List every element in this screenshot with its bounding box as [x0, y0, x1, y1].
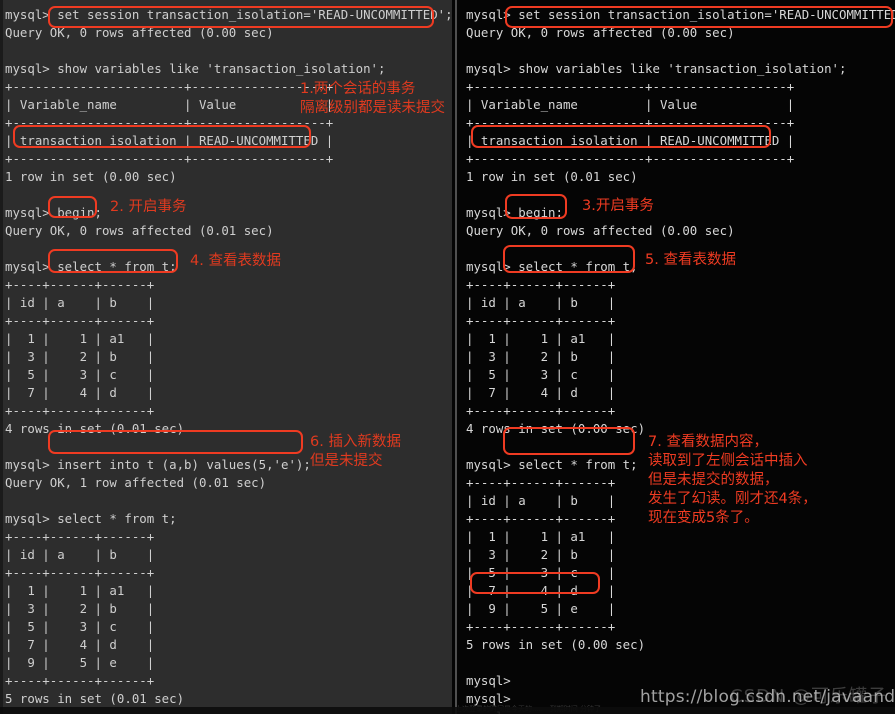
terminal-line: Query OK, 1 row affected (0.01 sec) [5, 475, 267, 490]
terminal-line: Query OK, 0 rows affected (0.00 sec) [466, 223, 735, 238]
terminal-line: | id | a | b | [466, 493, 616, 508]
terminal-line: | id | a | b | [466, 295, 616, 310]
terminal-line: +----+------+------+ [5, 529, 155, 544]
terminal-line: +----+------+------+ [466, 313, 616, 328]
terminal-line: +-----------------------+---------------… [5, 151, 334, 166]
screenshot-root: mysql> set session transaction_isolation… [0, 0, 895, 714]
terminal-line: Query OK, 0 rows affected (0.00 sec) [5, 25, 274, 40]
terminal-line: | 3 | 2 | b | [5, 601, 155, 616]
terminal-line: +-----------------------+---------------… [466, 115, 795, 130]
terminal-line: Query OK, 0 rows affected (0.00 sec) [466, 25, 735, 40]
terminal-line: +----+------+------+ [5, 403, 155, 418]
terminal-line: | 1 | 1 | a1 | [5, 583, 155, 598]
terminal-line: mysql> [466, 691, 519, 706]
terminal-line: mysql> select * from t; [466, 259, 638, 274]
terminal-line: | 9 | 5 | e | [466, 601, 616, 616]
terminal-line: mysql> begin; [5, 205, 102, 220]
terminal-line: +----+------+------+ [466, 511, 616, 526]
pane-divider [455, 0, 457, 714]
terminal-line: +-----------------------+---------------… [5, 79, 334, 94]
terminal-line: mysql> [466, 673, 519, 688]
terminal-line: 4 rows in set (0.00 sec) [466, 421, 646, 436]
terminal-line: mysql> show variables like 'transaction_… [5, 61, 386, 76]
terminal-line: +----+------+------+ [5, 565, 155, 580]
terminal-line: mysql> select * from t; [466, 457, 638, 472]
terminal-line: Query OK, 0 rows affected (0.01 sec) [5, 223, 274, 238]
terminal-line: | 1 | 1 | a1 | [466, 331, 616, 346]
terminal-line: mysql> select * from t; [5, 259, 177, 274]
terminal-line: | 7 | 4 | d | [466, 385, 616, 400]
terminal-line: | 9 | 5 | e | [5, 655, 155, 670]
terminal-line: mysql> show variables like 'transaction_… [466, 61, 847, 76]
terminal-line: | 3 | 2 | b | [5, 349, 155, 364]
terminal-line: mysql> [466, 708, 895, 714]
terminal-line: | id | a | b | [5, 295, 155, 310]
terminal-line: 5 rows in set (0.01 sec) [5, 691, 185, 706]
terminal-line: | 3 | 2 | b | [466, 349, 616, 364]
terminal-line: | 7 | 4 | d | [5, 637, 155, 652]
terminal-line: +----+------+------+ [466, 475, 616, 490]
terminal-line: | 3 | 2 | b | [466, 547, 616, 562]
terminal-line: | transaction_isolation | READ-UNCOMMITT… [5, 133, 334, 148]
terminal-line: | 5 | 3 | c | [5, 619, 155, 634]
terminal-line: | transaction_isolation | READ-UNCOMMITT… [466, 133, 795, 148]
terminal-line: +----+------+------+ [5, 673, 155, 688]
terminal-line: mysql> set session transaction_isolation… [466, 7, 895, 22]
terminal-line: +----+------+------+ [466, 403, 616, 418]
terminal-line: mysql> begin; [466, 205, 563, 220]
terminal-line: +-----------------------+---------------… [466, 79, 795, 94]
terminal-line: +----+------+------+ [5, 313, 155, 328]
terminal-line: mysql> select * from t; [5, 511, 177, 526]
terminal-line: mysql> insert into t (a,b) values(5,'e')… [5, 457, 311, 472]
terminal-line: +----+------+------+ [466, 277, 616, 292]
terminal-line: 5 rows in set (0.00 sec) [466, 637, 646, 652]
terminal-output-right[interactable]: mysql> set session transaction_isolation… [452, 0, 895, 714]
terminal-line: | Variable_name | Value | [466, 97, 795, 112]
terminal-line: | 5 | 3 | c | [5, 367, 155, 382]
terminal-line: 1 row in set (0.01 sec) [466, 169, 638, 184]
terminal-line: +----+------+------+ [466, 619, 616, 634]
terminal-line: 4 rows in set (0.01 sec) [5, 421, 185, 436]
terminal-line: 1 row in set (0.00 sec) [5, 169, 177, 184]
terminal-line: | 7 | 4 | d | [466, 583, 616, 598]
terminal-output-left[interactable]: mysql> set session transaction_isolation… [0, 0, 452, 714]
terminal-line: | 1 | 1 | a1 | [466, 529, 616, 544]
terminal-line: | 5 | 3 | c | [466, 565, 616, 580]
terminal-line: +----+------+------+ [5, 277, 155, 292]
terminal-line: | 7 | 4 | d | [5, 385, 155, 400]
terminal-line: | 1 | 1 | a1 | [5, 331, 155, 346]
terminal-line: | Variable_name | Value | [5, 97, 334, 112]
terminal-pane-left[interactable]: mysql> set session transaction_isolation… [0, 0, 452, 714]
terminal-line: | id | a | b | [5, 547, 155, 562]
terminal-line: | 5 | 3 | c | [466, 367, 616, 382]
terminal-line: +-----------------------+---------------… [466, 151, 795, 166]
terminal-pane-right[interactable]: mysql> set session transaction_isolation… [452, 0, 895, 714]
terminal-line: +-----------------------+---------------… [5, 115, 334, 130]
terminal-line: mysql> set session transaction_isolation… [5, 7, 452, 22]
